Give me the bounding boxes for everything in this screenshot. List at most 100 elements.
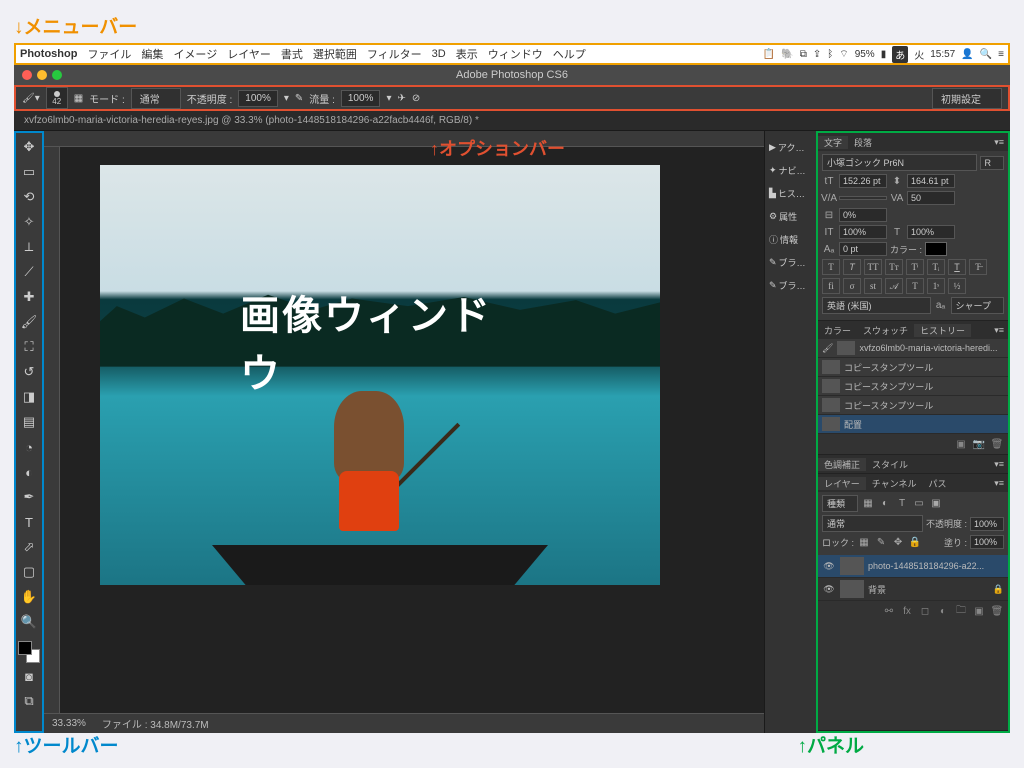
panel-actions[interactable]: ▶アク… xyxy=(767,139,814,156)
visibility-icon[interactable]: 👁 xyxy=(822,584,836,595)
foreground-swatch[interactable] xyxy=(18,641,32,655)
swash-btn[interactable]: st xyxy=(864,278,882,294)
bold-btn[interactable]: T xyxy=(822,259,840,275)
healing-tool[interactable]: ✚ xyxy=(17,285,41,309)
lock-pixel-icon[interactable]: ✎ xyxy=(874,535,888,549)
smallcaps-btn[interactable]: Tᴛ xyxy=(885,259,903,275)
menu-edit[interactable]: 編集 xyxy=(141,46,163,62)
clipboard-icon[interactable]: 📋 xyxy=(763,49,775,60)
menu-filter[interactable]: フィルター xyxy=(367,46,422,62)
stamp-tool[interactable]: ⛶ xyxy=(17,335,41,359)
text-color-swatch[interactable] xyxy=(925,242,947,256)
blur-tool[interactable]: ◔ xyxy=(17,435,41,459)
filter-type-icon[interactable]: T xyxy=(895,497,909,511)
font-weight[interactable]: R xyxy=(980,156,1005,170)
user-icon[interactable]: 👤 xyxy=(961,49,973,60)
history-snapshot[interactable]: 🖌 xvfzo6lmb0-maria-victoria-heredi... xyxy=(818,339,1008,358)
type-tool[interactable]: T xyxy=(17,510,41,534)
close-window-icon[interactable] xyxy=(22,70,32,80)
visibility-icon[interactable]: 👁 xyxy=(822,561,836,572)
sub-btn[interactable]: Tᵢ xyxy=(927,259,945,275)
spotlight-icon[interactable]: 🔍 xyxy=(980,49,992,60)
history-item[interactable]: コピースタンプツール xyxy=(818,358,1008,377)
titling-btn[interactable]: T xyxy=(906,278,924,294)
panel-brushpresets[interactable]: ✎ブラ… xyxy=(767,277,814,294)
fraction-btn[interactable]: ½ xyxy=(948,278,966,294)
history-newdoc-icon[interactable]: ▣ xyxy=(954,437,968,451)
menu-window[interactable]: ウィンドウ xyxy=(488,46,543,62)
eraser-tool[interactable]: ◨ xyxy=(17,385,41,409)
super-btn[interactable]: Tⁱ xyxy=(906,259,924,275)
italic-btn[interactable]: T xyxy=(843,259,861,275)
vscale-field[interactable]: 100% xyxy=(839,225,887,239)
caps-btn[interactable]: TT xyxy=(864,259,882,275)
brush-panel-icon[interactable]: ▦ xyxy=(74,93,83,104)
tab-adjustments[interactable]: 色調補正 xyxy=(818,458,866,471)
history-snapshot-icon[interactable]: 📷 xyxy=(972,437,986,451)
file-info[interactable]: ファイル : 34.8M/73.7M xyxy=(102,716,209,731)
bluetooth-icon[interactable]: ᛒ xyxy=(827,49,833,60)
layer-name[interactable]: photo-1448518184296-a22... xyxy=(868,561,984,571)
pen-tool[interactable]: ✒ xyxy=(17,485,41,509)
tsume-field[interactable]: 0% xyxy=(839,208,887,222)
evernote-icon[interactable]: 🐘 xyxy=(781,49,793,60)
workspace-preset[interactable]: 初期設定 xyxy=(932,88,1002,109)
tab-layers[interactable]: レイヤー xyxy=(818,477,866,490)
path-select-tool[interactable]: ⬀ xyxy=(17,535,41,559)
group-icon[interactable]: 🗀 xyxy=(954,604,968,618)
ruler-horizontal[interactable] xyxy=(44,131,764,147)
zoom-window-icon[interactable] xyxy=(52,70,62,80)
panel-navigator[interactable]: ✦ナビ… xyxy=(767,162,814,179)
history-brush-tool[interactable]: ↺ xyxy=(17,360,41,384)
history-delete-icon[interactable]: 🗑 xyxy=(990,437,1004,451)
filter-adjust-icon[interactable]: ◐ xyxy=(878,497,892,511)
gradient-tool[interactable]: ▤ xyxy=(17,410,41,434)
ruler-vertical[interactable] xyxy=(44,147,60,713)
menu-app[interactable]: Photoshop xyxy=(20,48,77,60)
history-item[interactable]: コピースタンプツール xyxy=(818,377,1008,396)
menu-image[interactable]: イメージ xyxy=(173,46,217,62)
alt-btn[interactable]: 𝒜 xyxy=(885,278,903,294)
flow-field[interactable]: 100% xyxy=(341,90,381,107)
zoom-tool[interactable]: 🔍 xyxy=(17,610,41,634)
kerning-field[interactable] xyxy=(839,196,887,200)
filter-pixel-icon[interactable]: ▦ xyxy=(861,497,875,511)
flow-dropdown-icon[interactable]: ▾ xyxy=(386,93,391,104)
menu-type[interactable]: 書式 xyxy=(281,46,303,62)
font-size[interactable]: 152.26 pt xyxy=(839,174,887,188)
filter-kind[interactable]: 種類 xyxy=(822,495,858,512)
document-tab[interactable]: xvfzo6lmb0-maria-victoria-heredia-reyes.… xyxy=(14,111,1010,131)
fx-icon[interactable]: fx xyxy=(900,604,914,618)
filter-shape-icon[interactable]: ▭ xyxy=(912,497,926,511)
mask-icon[interactable]: ◻ xyxy=(918,604,932,618)
zoom-level[interactable]: 33.33% xyxy=(52,718,86,729)
lasso-tool[interactable]: ⟲ xyxy=(17,185,41,209)
menu-help[interactable]: ヘルプ xyxy=(553,46,586,62)
panel-brush[interactable]: ✎ブラ… xyxy=(767,254,814,271)
layer-item[interactable]: 👁 背景 🔒 xyxy=(818,578,1008,601)
panel-histogram[interactable]: ▙ヒス… xyxy=(767,185,814,202)
tab-paragraph[interactable]: 段落 xyxy=(848,136,878,149)
quickmask-tool[interactable]: ◙ xyxy=(17,664,41,688)
std-btn[interactable]: σ xyxy=(843,278,861,294)
panel-properties[interactable]: ⚙属性 xyxy=(767,208,814,225)
aa-select[interactable]: シャープ xyxy=(951,297,1004,314)
airbrush-icon[interactable]: ✈ xyxy=(397,93,405,104)
marquee-tool[interactable]: ▭ xyxy=(17,160,41,184)
panel-menu-icon[interactable]: ▾≡ xyxy=(990,137,1008,148)
layer-fill[interactable]: 100% xyxy=(970,535,1004,549)
hand-tool[interactable]: ✋ xyxy=(17,585,41,609)
color-swatches[interactable] xyxy=(18,641,40,663)
image-canvas[interactable]: 画像ウィンドウ xyxy=(100,165,660,585)
menu-file[interactable]: ファイル xyxy=(87,46,131,62)
new-layer-icon[interactable]: ▣ xyxy=(972,604,986,618)
brush-preset-icon[interactable]: 🖌▾ xyxy=(22,93,40,104)
filter-smart-icon[interactable]: ▣ xyxy=(929,497,943,511)
shape-tool[interactable]: ▢ xyxy=(17,560,41,584)
ordinal-btn[interactable]: 1ˢ xyxy=(927,278,945,294)
tracking-field[interactable]: 50 xyxy=(907,191,955,205)
tab-paths[interactable]: パス xyxy=(922,477,952,490)
mode-select[interactable]: 通常 xyxy=(131,88,181,109)
tab-channels[interactable]: チャンネル xyxy=(866,477,923,490)
dodge-tool[interactable]: ◐ xyxy=(17,460,41,484)
